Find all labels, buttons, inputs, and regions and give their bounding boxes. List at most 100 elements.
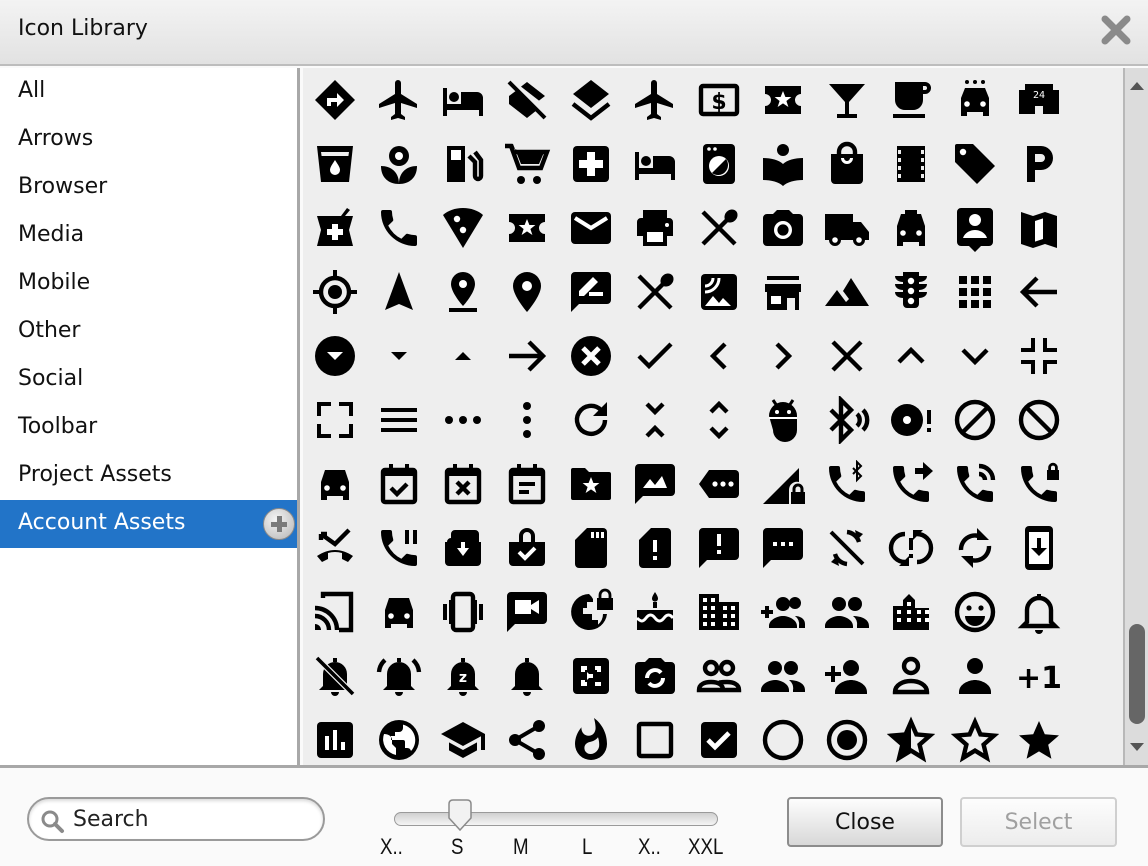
icon-grid-cell[interactable] — [687, 580, 751, 644]
icon-grid-cell[interactable] — [943, 580, 1007, 644]
icon-grid-cell[interactable] — [1007, 708, 1071, 765]
sidebar-item-mobile[interactable]: Mobile — [0, 260, 297, 308]
icon-grid-cell[interactable] — [559, 388, 623, 452]
scrollbar-thumb[interactable] — [1129, 624, 1145, 724]
icon-grid-cell[interactable] — [943, 452, 1007, 516]
icon-grid-cell[interactable] — [943, 708, 1007, 765]
icon-grid-cell[interactable] — [559, 516, 623, 580]
icon-grid-cell[interactable] — [623, 644, 687, 708]
sidebar-item-browser[interactable]: Browser — [0, 164, 297, 212]
icon-grid-cell[interactable] — [879, 516, 943, 580]
icon-grid-cell[interactable] — [751, 196, 815, 260]
icon-grid-cell[interactable] — [751, 644, 815, 708]
icon-grid-cell[interactable] — [687, 516, 751, 580]
icon-grid-cell[interactable] — [1007, 452, 1071, 516]
icon-grid-cell[interactable] — [879, 132, 943, 196]
icon-grid-cell[interactable] — [559, 324, 623, 388]
vertical-scrollbar[interactable] — [1123, 68, 1148, 765]
icon-grid-cell[interactable] — [367, 196, 431, 260]
icon-grid-cell[interactable] — [495, 516, 559, 580]
sidebar-item-arrows[interactable]: Arrows — [0, 116, 297, 164]
icon-size-slider-thumb[interactable] — [446, 798, 474, 832]
icon-grid-cell[interactable]: z — [431, 644, 495, 708]
icon-grid-cell[interactable] — [559, 196, 623, 260]
icon-grid-cell[interactable] — [687, 196, 751, 260]
icon-grid-cell[interactable] — [623, 388, 687, 452]
icon-grid-cell[interactable] — [623, 708, 687, 765]
icon-grid-cell[interactable] — [879, 388, 943, 452]
icon-grid-cell[interactable] — [559, 708, 623, 765]
icon-grid-cell[interactable] — [623, 580, 687, 644]
plus-circle-icon[interactable] — [263, 508, 295, 540]
icon-grid-cell[interactable] — [815, 196, 879, 260]
sidebar-item-toolbar[interactable]: Toolbar — [0, 404, 297, 452]
icon-grid-cell[interactable] — [367, 516, 431, 580]
icon-grid-cell[interactable] — [751, 260, 815, 324]
icon-grid-cell[interactable] — [687, 644, 751, 708]
scroll-up-arrow-icon[interactable] — [1130, 82, 1144, 90]
icon-grid-cell[interactable] — [815, 516, 879, 580]
icon-grid-cell[interactable] — [687, 708, 751, 765]
icon-grid-cell[interactable] — [495, 68, 559, 132]
icon-grid-cell[interactable] — [495, 708, 559, 765]
icon-grid-cell[interactable] — [303, 324, 367, 388]
sidebar-item-media[interactable]: Media — [0, 212, 297, 260]
icon-grid-cell[interactable] — [623, 260, 687, 324]
icon-grid-cell[interactable] — [815, 68, 879, 132]
icon-grid-cell[interactable] — [687, 260, 751, 324]
icon-grid-cell[interactable] — [879, 708, 943, 765]
icon-grid-cell[interactable] — [687, 132, 751, 196]
icon-grid-cell[interactable] — [559, 644, 623, 708]
icon-grid-cell[interactable] — [431, 516, 495, 580]
icon-grid-cell[interactable] — [751, 68, 815, 132]
icon-grid-cell[interactable] — [559, 132, 623, 196]
icon-grid-cell[interactable] — [1007, 580, 1071, 644]
icon-grid-cell[interactable] — [623, 452, 687, 516]
icon-grid-cell[interactable] — [367, 708, 431, 765]
sidebar-item-all[interactable]: All — [0, 68, 297, 116]
icon-grid-cell[interactable] — [943, 516, 1007, 580]
icon-grid-cell[interactable] — [367, 68, 431, 132]
icon-grid-cell[interactable] — [303, 260, 367, 324]
icon-grid-cell[interactable] — [879, 580, 943, 644]
sidebar-item-social[interactable]: Social — [0, 356, 297, 404]
icon-grid-cell[interactable] — [303, 132, 367, 196]
icon-grid-cell[interactable] — [303, 580, 367, 644]
icon-grid-cell[interactable] — [879, 644, 943, 708]
icon-grid-cell[interactable] — [303, 708, 367, 765]
icon-grid-cell[interactable] — [815, 580, 879, 644]
icon-grid-cell[interactable] — [687, 324, 751, 388]
icon-grid-cell[interactable] — [943, 132, 1007, 196]
icon-grid-cell[interactable] — [943, 644, 1007, 708]
icon-grid-cell[interactable] — [879, 68, 943, 132]
search-input[interactable] — [73, 805, 313, 833]
icon-grid-cell[interactable] — [1007, 196, 1071, 260]
icon-grid-cell[interactable] — [815, 132, 879, 196]
icon-grid-cell[interactable] — [431, 388, 495, 452]
icon-grid-cell[interactable] — [623, 68, 687, 132]
icon-grid-cell[interactable] — [879, 196, 943, 260]
icon-grid-cell[interactable] — [559, 580, 623, 644]
icon-grid-cell[interactable] — [943, 196, 1007, 260]
icon-grid-cell[interactable] — [495, 132, 559, 196]
icon-grid-cell[interactable] — [495, 260, 559, 324]
icon-grid-cell[interactable] — [431, 68, 495, 132]
icon-grid-cell[interactable] — [495, 196, 559, 260]
icon-grid-cell[interactable] — [431, 324, 495, 388]
icon-grid-cell[interactable] — [943, 324, 1007, 388]
close-button[interactable]: Close — [787, 797, 943, 847]
icon-grid-cell[interactable] — [431, 196, 495, 260]
icon-grid-cell[interactable] — [431, 452, 495, 516]
icon-grid-cell[interactable] — [431, 132, 495, 196]
icon-grid-cell[interactable] — [1007, 516, 1071, 580]
icon-grid-cell[interactable]: $ — [687, 68, 751, 132]
icon-grid-cell[interactable] — [879, 324, 943, 388]
icon-grid-cell[interactable] — [495, 452, 559, 516]
icon-grid-cell[interactable] — [751, 388, 815, 452]
icon-grid-cell[interactable] — [751, 580, 815, 644]
search-field[interactable] — [27, 797, 325, 841]
icon-grid-cell[interactable] — [303, 516, 367, 580]
sidebar-item-account-assets[interactable]: Account Assets — [0, 500, 297, 548]
icon-grid-cell[interactable] — [303, 196, 367, 260]
icon-grid-cell[interactable] — [687, 388, 751, 452]
